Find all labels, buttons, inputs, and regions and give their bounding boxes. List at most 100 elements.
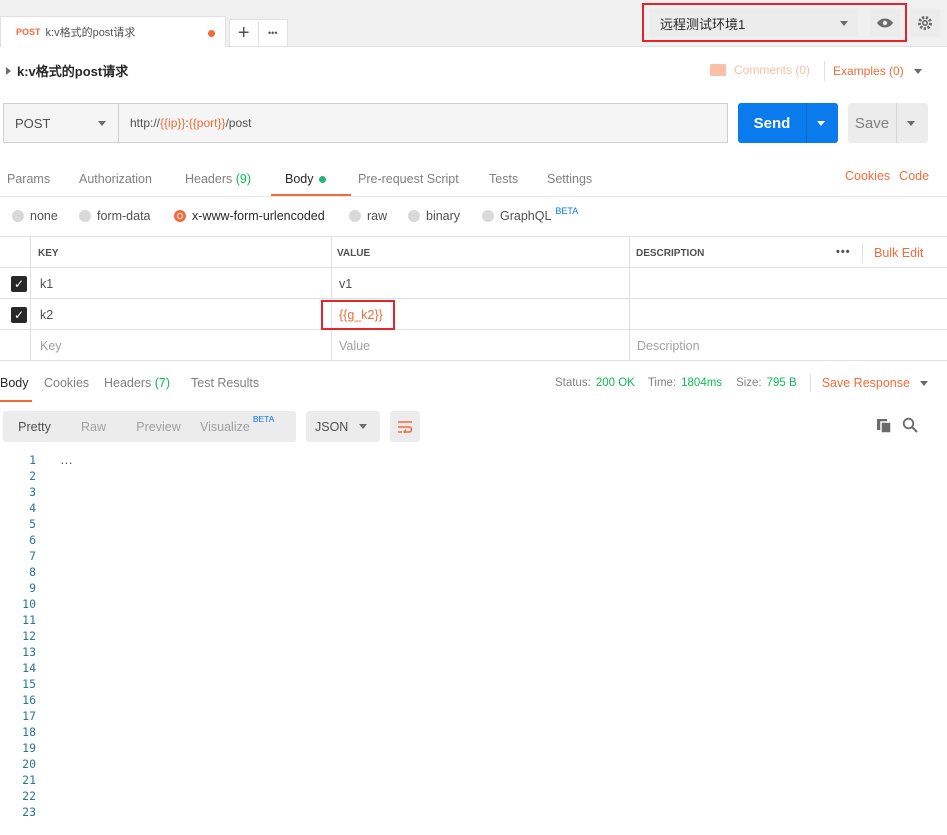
fold-gutter xyxy=(44,452,56,822)
examples-dropdown[interactable]: Examples (0) xyxy=(833,64,922,78)
header-description: DESCRIPTION xyxy=(636,248,705,259)
save-response-label: Save Response xyxy=(821,376,910,390)
tab-settings[interactable]: Settings xyxy=(547,172,592,186)
save-divider xyxy=(896,103,897,143)
row-value[interactable]: v1 xyxy=(339,277,352,291)
row-key[interactable]: k1 xyxy=(40,277,53,291)
line-number: 18 xyxy=(22,725,36,739)
line-number: 14 xyxy=(22,661,36,675)
radio-circle xyxy=(79,210,91,222)
row-checkbox[interactable]: ✓ xyxy=(11,307,27,323)
method-select[interactable]: POST xyxy=(3,103,119,143)
save-response-button[interactable]: Save Response xyxy=(822,376,928,390)
col-line xyxy=(862,243,863,263)
tab-tests[interactable]: Tests xyxy=(489,172,547,186)
search-button[interactable] xyxy=(902,417,918,433)
resp-tab-headers[interactable]: Headers (7) xyxy=(104,376,191,390)
radio-circle xyxy=(349,210,361,222)
line-number: 4 xyxy=(29,501,36,515)
resp-tab-body[interactable]: Body xyxy=(0,376,44,390)
comments-button[interactable]: Comments (0) xyxy=(710,63,810,77)
radio-circle xyxy=(12,210,24,222)
table-more-button[interactable]: ••• xyxy=(836,246,851,258)
wrap-icon xyxy=(398,420,413,433)
line-number: 3 xyxy=(29,485,36,499)
tab-headers[interactable]: Headers (9) xyxy=(185,172,285,186)
url-input[interactable]: http://{{ip}}: {{port}}/post xyxy=(118,103,728,143)
table-row-empty: Key Value Description xyxy=(0,330,947,361)
body-dot-icon xyxy=(318,176,326,183)
tab-headers-count: (9) xyxy=(235,172,252,186)
view-preview[interactable]: Preview xyxy=(121,420,196,434)
format-select[interactable]: JSON xyxy=(306,411,380,442)
row-key[interactable]: k2 xyxy=(40,308,53,322)
chevron-down-icon xyxy=(98,121,106,126)
radio-binary[interactable]: binary xyxy=(408,209,482,223)
radio-graphql[interactable]: GraphQL BETA xyxy=(482,206,578,223)
row-value[interactable]: {{g_k2}} xyxy=(339,308,383,322)
save-button[interactable]: Save xyxy=(848,103,928,143)
size-label: Size: xyxy=(736,377,762,389)
comments-label: Comments (0) xyxy=(734,63,811,77)
key-placeholder[interactable]: Key xyxy=(40,339,62,353)
more-tabs-button[interactable]: ••• xyxy=(259,28,287,38)
view-pretty[interactable]: Pretty xyxy=(3,420,66,434)
copy-button[interactable] xyxy=(876,418,892,434)
request-name[interactable]: k:v格式的post请求 xyxy=(17,61,128,80)
copy-icon xyxy=(877,419,892,434)
row-checkbox[interactable]: ✓ xyxy=(11,276,27,292)
beta-badge: BETA xyxy=(252,414,275,425)
tab-authorization[interactable]: Authorization xyxy=(79,172,185,186)
request-tab[interactable]: POST k:v格式的post请求 xyxy=(0,16,226,47)
radio-raw-label: raw xyxy=(367,209,388,223)
caret-right-icon[interactable] xyxy=(6,66,11,75)
wrap-lines-button[interactable] xyxy=(390,411,420,442)
code-viewer[interactable]: 1 2 3 4 5 6 7 8 9 10 11 12 13 14 15 16 17 18 19 20 21 22 23 … xyxy=(0,452,925,835)
bulk-edit-link[interactable]: Bulk Edit xyxy=(874,246,923,260)
description-placeholder[interactable]: Description xyxy=(637,339,700,353)
environment-quick-look-button[interactable] xyxy=(870,9,900,37)
tab-params[interactable]: Params xyxy=(7,172,79,186)
resp-headers-count: (7) xyxy=(154,376,171,390)
radio-none[interactable]: none xyxy=(12,209,79,223)
code-link[interactable]: Code xyxy=(899,169,929,183)
line-number: 7 xyxy=(29,549,36,563)
line-number: 15 xyxy=(22,677,36,691)
line-number: 21 xyxy=(22,773,36,787)
header-key: KEY xyxy=(38,248,59,259)
cookies-link[interactable]: Cookies xyxy=(845,169,890,183)
comment-icon xyxy=(710,64,726,76)
tab-pre-request-script[interactable]: Pre-request Script xyxy=(358,172,489,186)
request-links: Cookies Code xyxy=(845,169,929,183)
time-value: 1804ms xyxy=(681,377,723,389)
chevron-down-icon[interactable] xyxy=(817,120,825,126)
radio-form-data-label: form-data xyxy=(97,209,151,223)
radio-raw[interactable]: raw xyxy=(349,209,408,223)
chevron-down-icon[interactable] xyxy=(907,120,915,126)
view-visualize[interactable]: VisualizeBETA xyxy=(200,414,274,434)
tab-body[interactable]: Body xyxy=(285,172,358,186)
resp-tab-underline xyxy=(0,400,32,402)
request-tabs: Params Authorization Headers (9) Body Pr… xyxy=(7,169,592,189)
tabs-divider xyxy=(0,196,947,197)
environment-select[interactable]: 远程测试环境1 xyxy=(650,9,858,37)
new-tab-button[interactable]: + xyxy=(230,21,259,45)
settings-button[interactable] xyxy=(910,9,940,37)
resp-tab-test-results[interactable]: Test Results xyxy=(191,376,259,390)
resp-tab-cookies[interactable]: Cookies xyxy=(44,376,104,390)
divider xyxy=(824,61,825,81)
radio-form-data[interactable]: form-data xyxy=(79,209,174,223)
meta-divider xyxy=(809,374,811,392)
method-label: POST xyxy=(15,115,51,131)
url-path: /post xyxy=(225,116,252,130)
value-placeholder[interactable]: Value xyxy=(339,339,370,353)
line-numbers: 1 2 3 4 5 6 7 8 9 10 11 12 13 14 15 16 17 18 19 20 21 22 23 xyxy=(0,452,36,820)
line-number: 23 xyxy=(22,805,36,819)
view-raw[interactable]: Raw xyxy=(66,420,121,434)
send-button[interactable]: Send xyxy=(738,103,838,143)
radio-none-label: none xyxy=(30,209,58,223)
chevron-down-icon xyxy=(913,68,922,74)
response-meta: Status: 200 OK Time: 1804ms Size: 795 B Sav… xyxy=(555,374,928,392)
send-label: Send xyxy=(753,114,791,132)
radio-urlencoded[interactable]: x-www-form-urlencoded xyxy=(174,209,349,223)
